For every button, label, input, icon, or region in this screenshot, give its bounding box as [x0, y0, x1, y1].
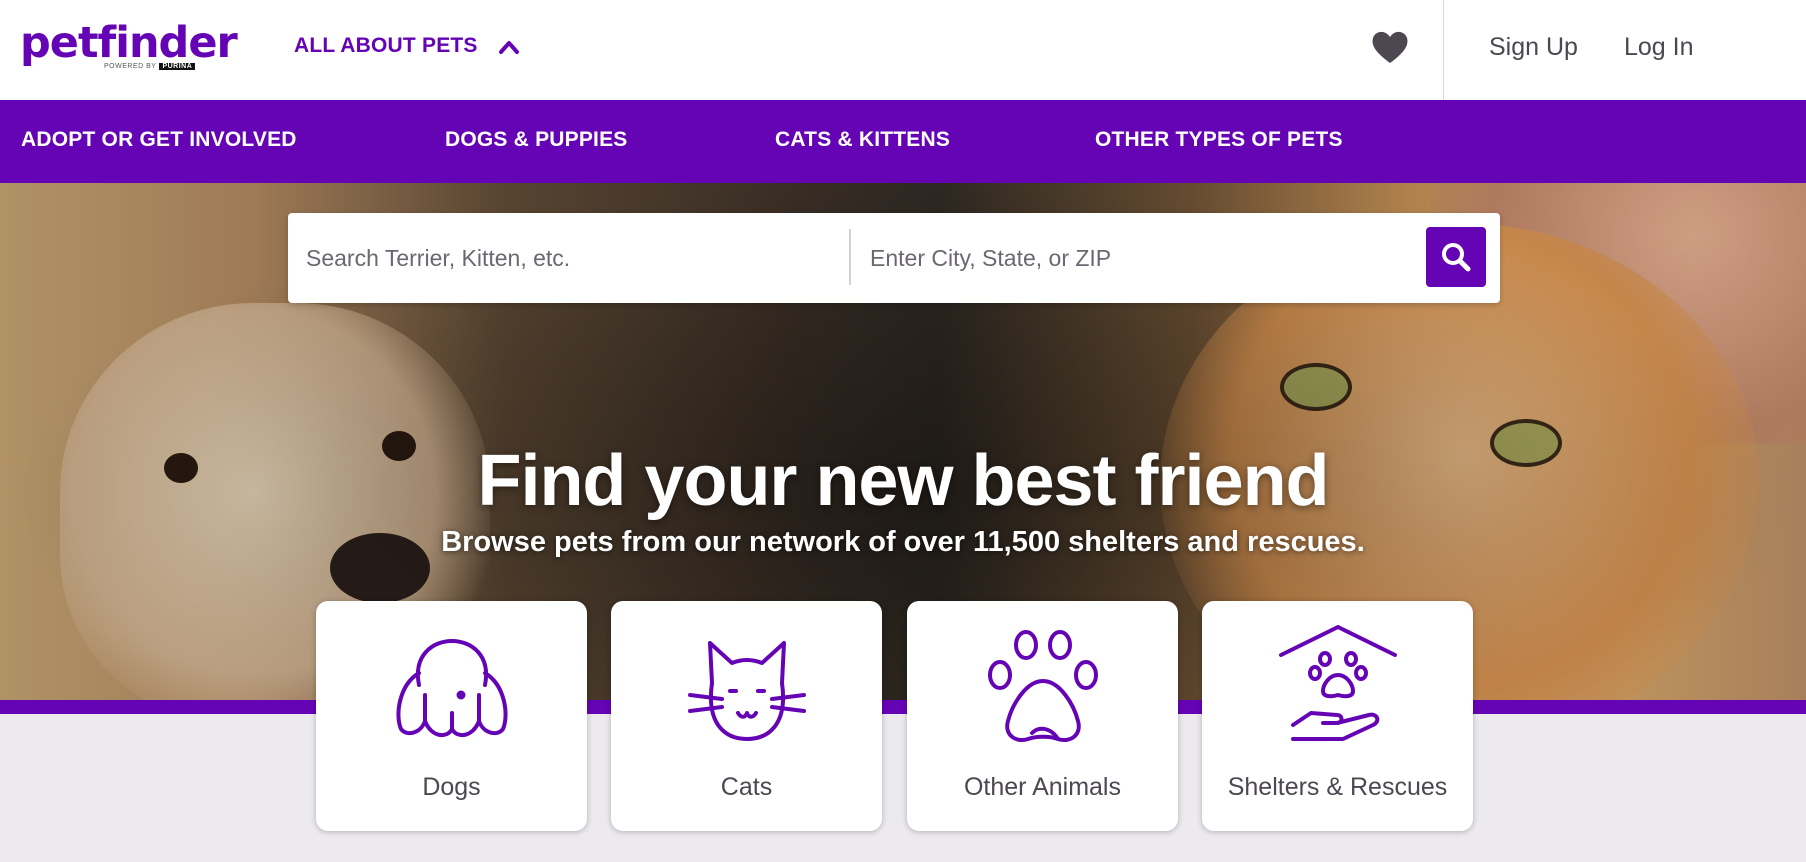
category-label: Dogs: [422, 773, 481, 801]
shelter-icon: [1279, 625, 1397, 741]
category-card-cats[interactable]: Cats: [611, 601, 882, 831]
petfinder-home: petfinder POWERED BY PURINA ALL ABOUT PET…: [0, 0, 1806, 862]
dog-icon: [396, 639, 508, 738]
category-label: Other Animals: [963, 773, 1121, 801]
header-divider: [1443, 0, 1444, 100]
chevron-up-icon[interactable]: [498, 38, 520, 56]
sign-up-link[interactable]: Sign Up: [1489, 33, 1578, 62]
category-label: Shelters & Rescues: [1227, 773, 1448, 801]
cat-icon: [688, 641, 806, 741]
hero-headline: Find your new best friend: [477, 441, 1329, 521]
paw-icon: [988, 630, 1098, 742]
location-input[interactable]: [870, 213, 1430, 303]
all-about-pets-menu[interactable]: ALL ABOUT PETS: [294, 34, 478, 58]
pet-search-bar: [288, 213, 1500, 303]
top-header: petfinder POWERED BY PURINA ALL ABOUT PET…: [0, 0, 1806, 100]
category-card-shelters-and-rescues[interactable]: Shelters & Rescues: [1202, 601, 1473, 831]
pet-search-input[interactable]: [306, 213, 846, 303]
hero-subline: Browse pets from our network of over 11,…: [441, 526, 1365, 558]
nav-other-types-of-pets[interactable]: OTHER TYPES OF PETS: [1095, 128, 1343, 152]
favorites-heart-icon[interactable]: [1371, 30, 1409, 65]
hero-bottom-strip: [0, 700, 1806, 714]
category-card-dogs[interactable]: Dogs: [316, 601, 587, 831]
nav-adopt-or-get-involved[interactable]: ADOPT OR GET INVOLVED: [21, 128, 297, 152]
logo-wordmark: petfinder: [20, 18, 238, 68]
log-in-link[interactable]: Log In: [1624, 33, 1694, 62]
logo-powered-by: POWERED BY PURINA: [104, 63, 196, 70]
petfinder-logo[interactable]: petfinder POWERED BY PURINA: [20, 18, 238, 78]
main-nav: ADOPT OR GET INVOLVED DOGS & PUPPIES CAT…: [0, 100, 1806, 183]
nav-dogs-and-puppies[interactable]: DOGS & PUPPIES: [445, 128, 628, 152]
category-card-other-animals[interactable]: Other Animals: [907, 601, 1178, 831]
search-button[interactable]: [1426, 227, 1486, 287]
category-label: Cats: [720, 773, 773, 801]
search-divider: [849, 229, 851, 285]
nav-cats-and-kittens[interactable]: CATS & KITTENS: [775, 128, 950, 152]
search-icon: [1442, 243, 1471, 272]
